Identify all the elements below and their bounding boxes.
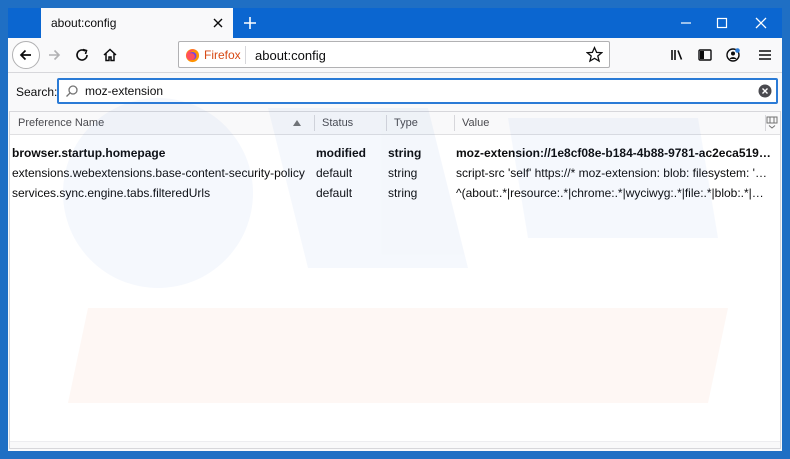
- pref-type: string: [388, 166, 418, 180]
- search-box[interactable]: [57, 78, 778, 104]
- reload-icon: [76, 48, 88, 61]
- home-button[interactable]: [96, 41, 124, 69]
- table-row[interactable]: services.sync.engine.tabs.filteredUrls d…: [10, 183, 780, 203]
- table-row[interactable]: extensions.webextensions.base-content-se…: [10, 163, 780, 183]
- search-icon: [66, 85, 78, 97]
- search-row: Search:: [8, 73, 782, 110]
- account-icon: [726, 48, 740, 62]
- close-tab-icon[interactable]: [210, 15, 226, 31]
- forward-arrow-icon: [49, 49, 61, 61]
- pref-status: default: [316, 186, 353, 200]
- search-input[interactable]: [81, 82, 759, 100]
- new-tab-icon[interactable]: [242, 15, 258, 31]
- library-button[interactable]: [663, 41, 691, 69]
- menu-button[interactable]: [751, 41, 779, 69]
- url-separator: [245, 46, 246, 64]
- pref-name: services.sync.engine.tabs.filteredUrls: [12, 186, 211, 200]
- tab-strip: about:config: [8, 8, 782, 38]
- pref-value: ^(about:.*|resource:.*|chrome:.*|wyciwyg…: [456, 186, 771, 200]
- pref-value: script-src 'self' https://* moz-extensio…: [456, 166, 771, 180]
- tab-title: about:config: [51, 16, 117, 30]
- table-row[interactable]: browser.startup.homepage modified string…: [10, 143, 780, 163]
- search-label: Search:: [16, 85, 58, 99]
- back-button[interactable]: [12, 41, 40, 69]
- home-icon: [103, 48, 117, 62]
- horizontal-scrollbar[interactable]: [10, 441, 780, 448]
- reload-button[interactable]: [68, 41, 96, 69]
- pref-status: modified: [316, 146, 366, 160]
- library-icon: [671, 50, 683, 60]
- preferences-table: Preference Name Status Type Value browse…: [9, 111, 781, 449]
- identity-label: Firefox: [204, 48, 241, 62]
- firefox-logo-icon: [185, 48, 200, 62]
- pref-value: moz-extension://1e8cf08e-b184-4b88-9781-…: [456, 146, 771, 160]
- minimize-icon[interactable]: [679, 16, 693, 30]
- bookmark-star-icon[interactable]: [586, 46, 603, 63]
- browser-window: about:config Firefox about:config Search…: [8, 8, 782, 451]
- identity-box[interactable]: Firefox: [185, 47, 241, 63]
- sort-ascending-icon: [293, 120, 301, 126]
- back-arrow-icon: [19, 49, 31, 61]
- column-header-type[interactable]: Type: [386, 112, 454, 134]
- pref-name: extensions.webextensions.base-content-se…: [12, 166, 305, 180]
- column-header-status[interactable]: Status: [314, 112, 386, 134]
- forward-button[interactable]: [40, 41, 68, 69]
- clear-search-icon[interactable]: [758, 84, 772, 98]
- pref-status: default: [316, 166, 353, 180]
- pref-type: string: [388, 146, 422, 160]
- account-button[interactable]: [719, 41, 747, 69]
- url-text[interactable]: about:config: [255, 48, 326, 63]
- column-picker-icon[interactable]: [766, 116, 778, 129]
- column-header-name[interactable]: Preference Name: [10, 112, 314, 134]
- tab-about-config[interactable]: about:config: [41, 8, 233, 38]
- maximize-icon[interactable]: [715, 16, 729, 30]
- navigation-bar: Firefox about:config: [8, 38, 782, 73]
- hamburger-menu-icon: [759, 50, 771, 60]
- sidebar-button[interactable]: [691, 41, 719, 69]
- sidebar-icon: [698, 49, 712, 61]
- close-window-icon[interactable]: [754, 16, 768, 30]
- url-bar[interactable]: Firefox about:config: [178, 41, 610, 68]
- pref-type: string: [388, 186, 418, 200]
- column-header-value[interactable]: Value: [454, 112, 754, 134]
- table-header: Preference Name Status Type Value: [10, 112, 780, 135]
- pref-name: browser.startup.homepage: [12, 146, 166, 160]
